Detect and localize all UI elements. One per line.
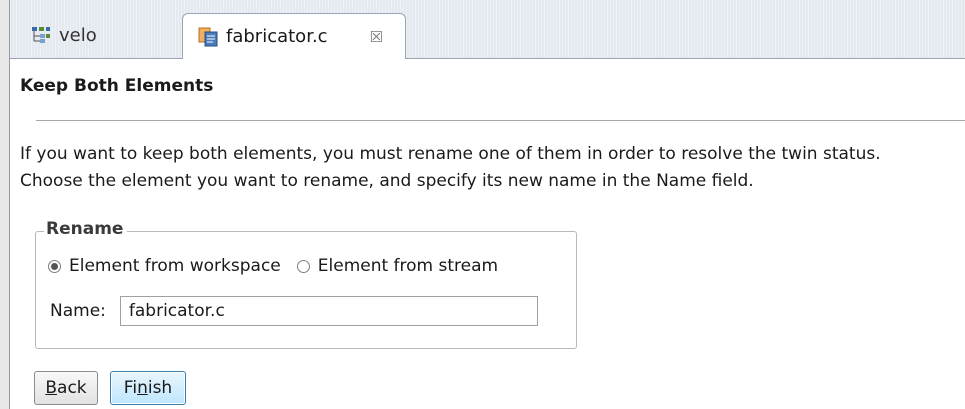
back-button-mnemonic: B bbox=[45, 378, 58, 398]
back-button[interactable]: Back bbox=[34, 371, 98, 405]
rename-group-title: Rename bbox=[44, 219, 128, 239]
name-label: Name: bbox=[50, 301, 106, 321]
name-row: Name: bbox=[50, 296, 538, 326]
rename-options: Element from workspace Element from stre… bbox=[48, 256, 514, 276]
radio-element-from-stream[interactable] bbox=[296, 259, 310, 273]
finish-button-label-rest: ish bbox=[147, 378, 173, 398]
tab-fabricator[interactable]: fabricator.c ☒ bbox=[182, 13, 406, 59]
editor-tab-bar: velo fabricator.c ☒ bbox=[10, 0, 965, 59]
tab-velo-label: velo bbox=[59, 24, 97, 46]
description-line-1: If you want to keep both elements, you m… bbox=[20, 144, 881, 164]
finish-button[interactable]: Fi n ish bbox=[110, 371, 186, 405]
close-icon[interactable]: ☒ bbox=[370, 28, 383, 46]
tab-fabricator-label: fabricator.c bbox=[226, 26, 328, 47]
radio-element-from-stream-label[interactable]: Element from stream bbox=[318, 256, 498, 276]
description-line-2: Choose the element you want to rename, a… bbox=[20, 171, 754, 191]
page-title: Keep Both Elements bbox=[20, 76, 214, 96]
tab-velo[interactable]: velo bbox=[20, 13, 170, 57]
finish-button-mnemonic: n bbox=[137, 378, 148, 398]
name-input[interactable] bbox=[119, 296, 538, 326]
rename-group: Rename Element from workspace Element fr… bbox=[35, 219, 577, 349]
back-button-label-rest: ack bbox=[57, 378, 87, 398]
radio-element-from-workspace[interactable] bbox=[48, 259, 61, 273]
editor-left-edge bbox=[0, 0, 10, 409]
editor-content: Keep Both Elements If you want to keep b… bbox=[10, 59, 965, 409]
file-copy-icon bbox=[197, 26, 219, 48]
description: If you want to keep both elements, you m… bbox=[20, 141, 881, 195]
project-tree-icon bbox=[30, 24, 52, 46]
title-separator bbox=[36, 120, 965, 122]
radio-element-from-workspace-label[interactable]: Element from workspace bbox=[69, 256, 281, 276]
finish-button-label-pre: Fi bbox=[123, 378, 138, 398]
